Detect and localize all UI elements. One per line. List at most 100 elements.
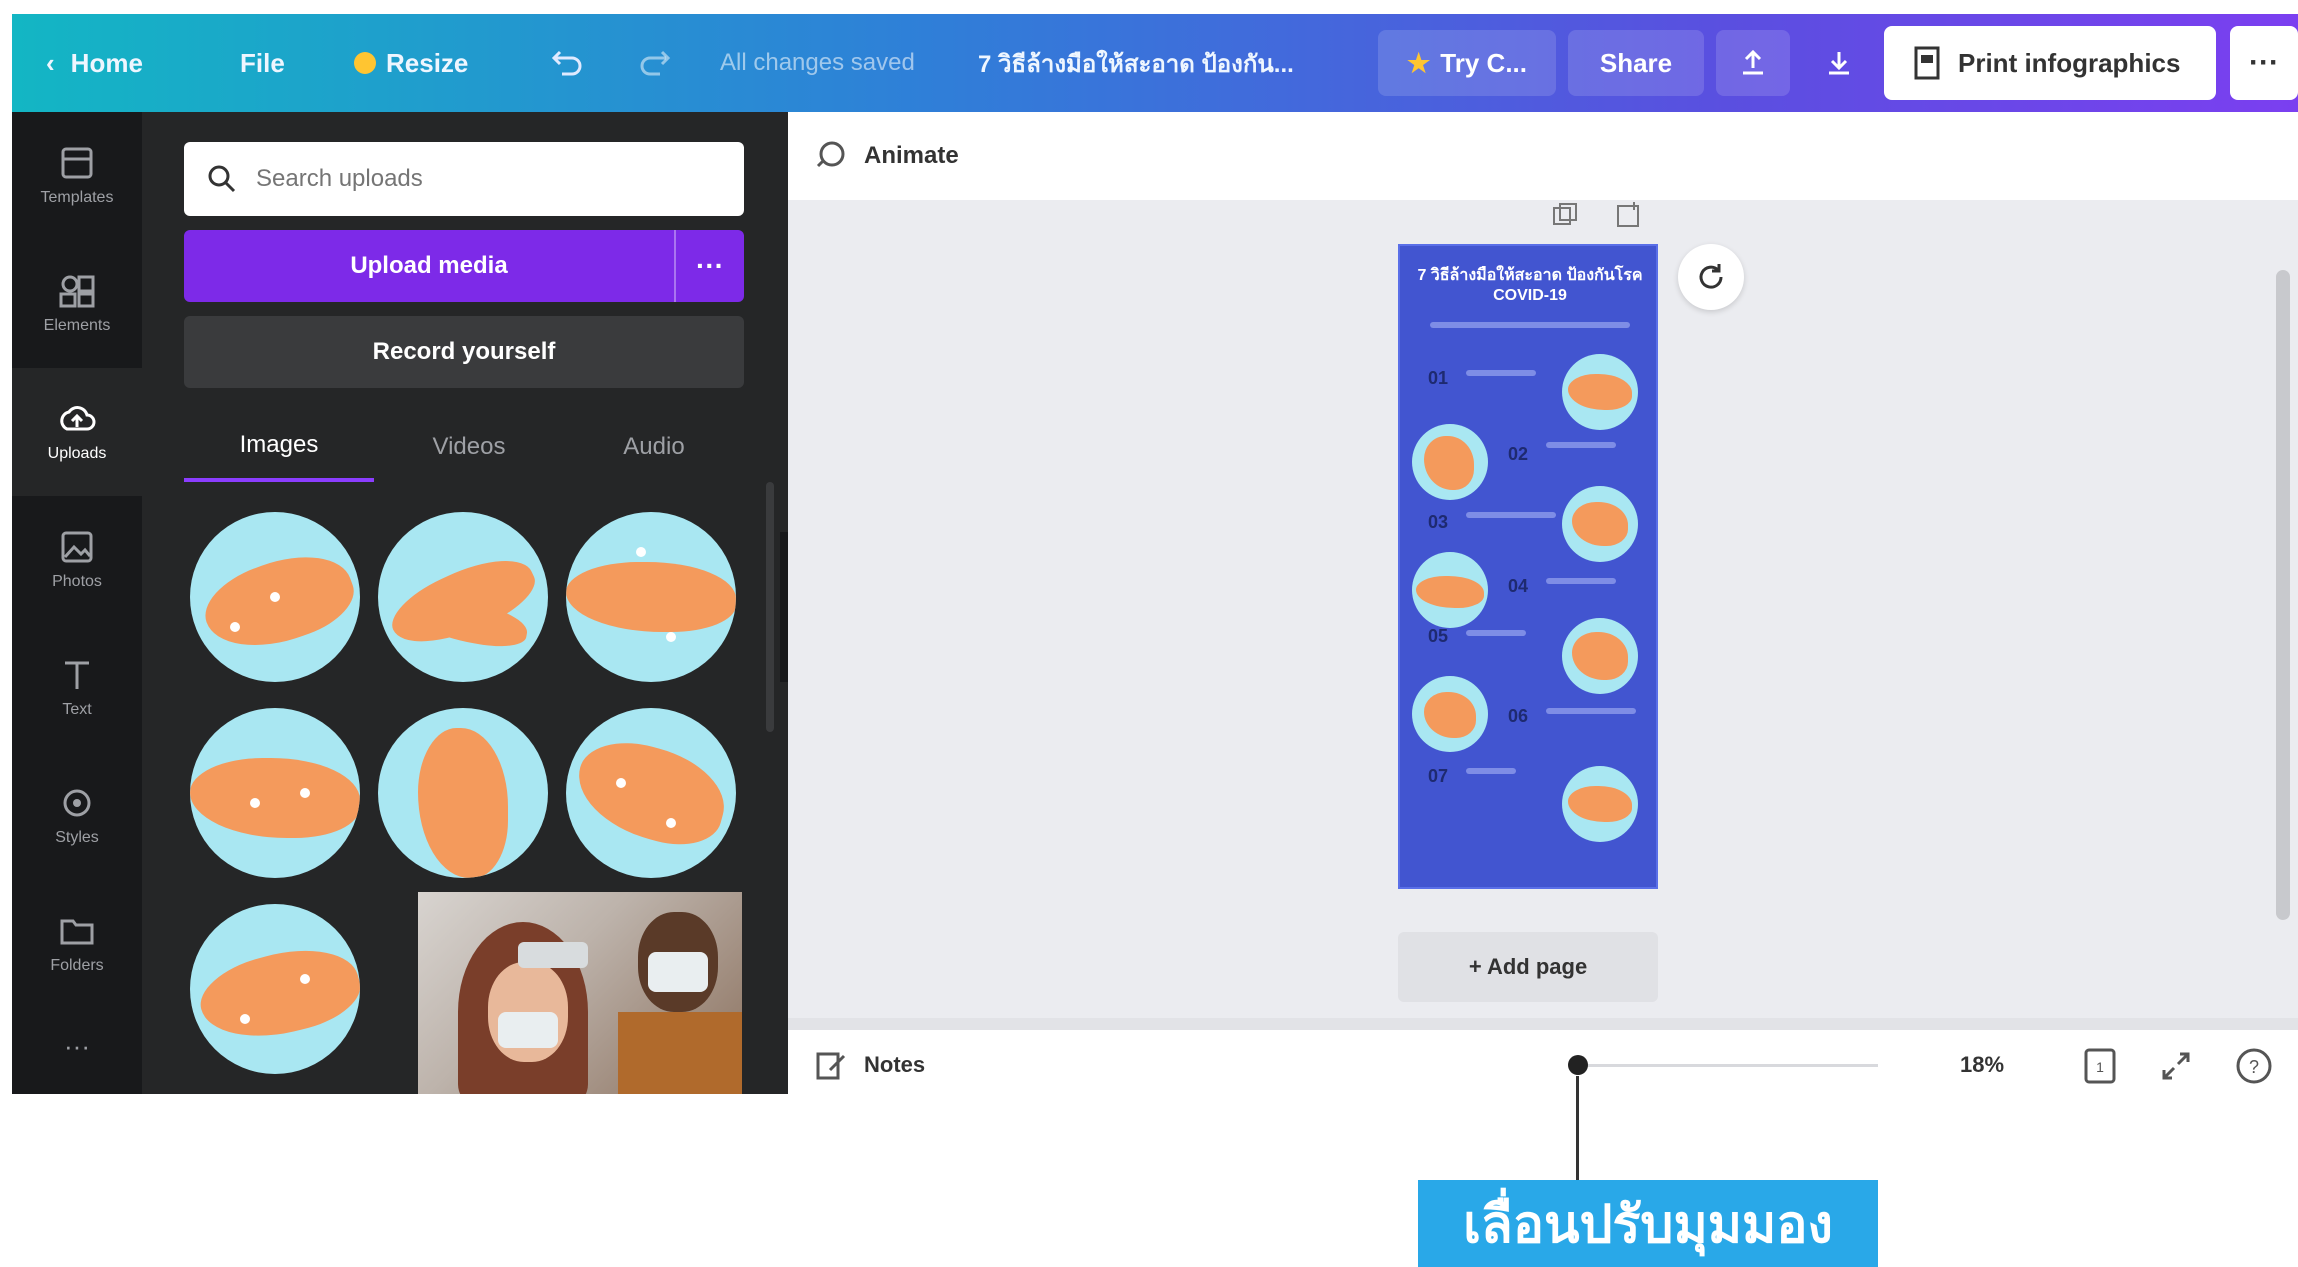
svg-text:?: ? <box>2249 1057 2259 1077</box>
upload-photo-thumbnail[interactable] <box>418 892 742 1094</box>
photos-icon <box>61 531 93 563</box>
download-icon <box>1829 52 1849 75</box>
tab-videos[interactable]: Videos <box>374 412 564 482</box>
upload-thumbnail[interactable] <box>190 512 360 682</box>
annotation-callout: เลื่อนปรับมุมมอง <box>1418 1180 1878 1267</box>
upload-thumbnail[interactable] <box>566 708 736 878</box>
top-toolbar: ‹ Home File Resize All changes saved 7 ว… <box>12 14 2298 112</box>
rail-item-more[interactable]: ··· <box>12 982 142 1110</box>
redo-icon <box>640 50 671 76</box>
record-yourself-button[interactable]: Record yourself <box>184 316 744 388</box>
save-status: All changes saved <box>720 49 915 76</box>
print-icon <box>1914 46 1940 80</box>
print-infographics-button[interactable]: Print infographics <box>1884 26 2216 100</box>
try-pro-button[interactable]: ★ Try C... <box>1378 30 1556 96</box>
search-box[interactable] <box>184 142 744 216</box>
refresh-icon <box>1699 264 1723 289</box>
folders-icon <box>60 919 94 945</box>
search-icon <box>208 165 236 193</box>
notes-button[interactable]: Notes <box>814 1030 925 1100</box>
rail-item-elements[interactable]: Elements <box>12 240 142 368</box>
file-menu[interactable]: File <box>240 14 285 112</box>
step-number: 02 <box>1508 444 1529 464</box>
resize-button[interactable]: Resize <box>354 14 468 112</box>
step-number: 03 <box>1428 512 1449 532</box>
publish-icon <box>1743 49 1763 75</box>
upload-media-button[interactable]: Upload media ··· <box>184 230 744 302</box>
add-page-button[interactable]: + Add page <box>1398 932 1658 1002</box>
side-rail: Templates Elements Uploads Photos Text S… <box>12 112 142 1094</box>
upload-thumbnail[interactable] <box>378 512 548 682</box>
text-icon <box>65 661 89 689</box>
zoom-slider-track[interactable] <box>1578 1064 1878 1067</box>
zoom-level[interactable]: 18% <box>1960 1030 2004 1100</box>
step-illustration <box>1562 618 1638 694</box>
templates-icon <box>61 147 93 179</box>
step-illustration <box>1412 424 1488 500</box>
add-page-icon[interactable] <box>1614 200 1644 230</box>
animate-button[interactable]: Animate <box>864 142 959 170</box>
elements-icon <box>59 275 95 308</box>
upload-thumbnail[interactable] <box>190 904 360 1074</box>
canva-editor: ‹ Home File Resize All changes saved 7 ว… <box>0 0 2298 1267</box>
canvas-scrollbar[interactable] <box>2276 270 2290 920</box>
svg-text:1: 1 <box>2096 1059 2104 1075</box>
notes-icon <box>816 1052 846 1080</box>
more-options-button[interactable]: ··· <box>2230 26 2298 100</box>
step-illustration <box>1562 354 1638 430</box>
uploads-icon <box>60 406 96 431</box>
pages-icon: 1 <box>2084 1048 2116 1084</box>
download-button[interactable] <box>1802 30 1876 96</box>
styles-icon <box>63 789 91 817</box>
rail-item-styles[interactable]: Styles <box>12 752 142 880</box>
callout-pointer-line <box>1576 1076 1579 1180</box>
upload-thumbnail[interactable] <box>378 708 548 878</box>
rail-item-templates[interactable]: Templates <box>12 112 142 240</box>
document-title[interactable]: 7 วิธีล้างมือให้สะอาด ป้องกัน... <box>978 14 1294 112</box>
step-illustration <box>1412 552 1488 628</box>
page-count-button[interactable]: 1 <box>2080 1046 2120 1086</box>
rail-item-uploads[interactable]: Uploads <box>12 368 142 496</box>
upload-thumbnail[interactable] <box>566 512 736 682</box>
step-number: 06 <box>1508 706 1529 726</box>
refresh-button[interactable] <box>1678 244 1744 310</box>
upload-thumbnail[interactable] <box>190 708 360 878</box>
step-illustration <box>1562 486 1638 562</box>
step-number: 07 <box>1428 766 1449 786</box>
step-number: 01 <box>1428 368 1449 388</box>
step-number: 04 <box>1508 576 1529 596</box>
tab-audio[interactable]: Audio <box>564 412 744 482</box>
rail-item-text[interactable]: Text <box>12 624 142 752</box>
horizontal-scrollbar[interactable] <box>788 1018 2298 1030</box>
help-button[interactable]: ? <box>2234 1046 2274 1086</box>
home-button[interactable]: ‹ Home <box>46 14 143 112</box>
undo-button[interactable] <box>548 14 586 112</box>
uploads-panel: Upload media ··· Record yourself Images … <box>142 112 788 1094</box>
step-illustration <box>1562 766 1638 842</box>
fullscreen-icon <box>2162 1052 2190 1080</box>
rail-item-photos[interactable]: Photos <box>12 496 142 624</box>
star-icon: ★ <box>1406 47 1431 78</box>
publish-button[interactable] <box>1716 30 1790 96</box>
bottom-bar: Notes 18% 1 ? <box>788 1030 2298 1100</box>
undo-icon <box>551 50 582 76</box>
share-button[interactable]: Share <box>1568 30 1704 96</box>
redo-button[interactable] <box>636 14 674 112</box>
media-tabs: Images Videos Audio <box>184 412 744 482</box>
search-input[interactable] <box>256 165 706 193</box>
tab-images[interactable]: Images <box>184 412 374 482</box>
page-title: 7 วิธีล้างมือให้สะอาด ป้องกันโรค COVID-1… <box>1417 267 1643 304</box>
upload-more-button[interactable]: ··· <box>676 250 744 282</box>
canvas-area: 7 วิธีล้างมือให้สะอาด ป้องกันโรค COVID-1… <box>788 200 2298 1030</box>
fullscreen-button[interactable] <box>2156 1046 2196 1086</box>
step-illustration <box>1412 676 1488 752</box>
canvas-toolbar: Animate <box>788 112 2298 200</box>
zoom-slider-handle[interactable] <box>1568 1055 1588 1075</box>
animate-icon <box>816 141 845 168</box>
help-icon: ? <box>2236 1048 2272 1084</box>
infographic-page[interactable]: 7 วิธีล้างมือให้สะอาด ป้องกันโรค COVID-1… <box>1398 244 1658 889</box>
duplicate-page-icon[interactable] <box>1550 200 1580 230</box>
step-number: 05 <box>1428 626 1449 646</box>
chevron-left-icon: ‹ <box>46 47 55 78</box>
panel-scrollbar[interactable] <box>766 482 774 732</box>
